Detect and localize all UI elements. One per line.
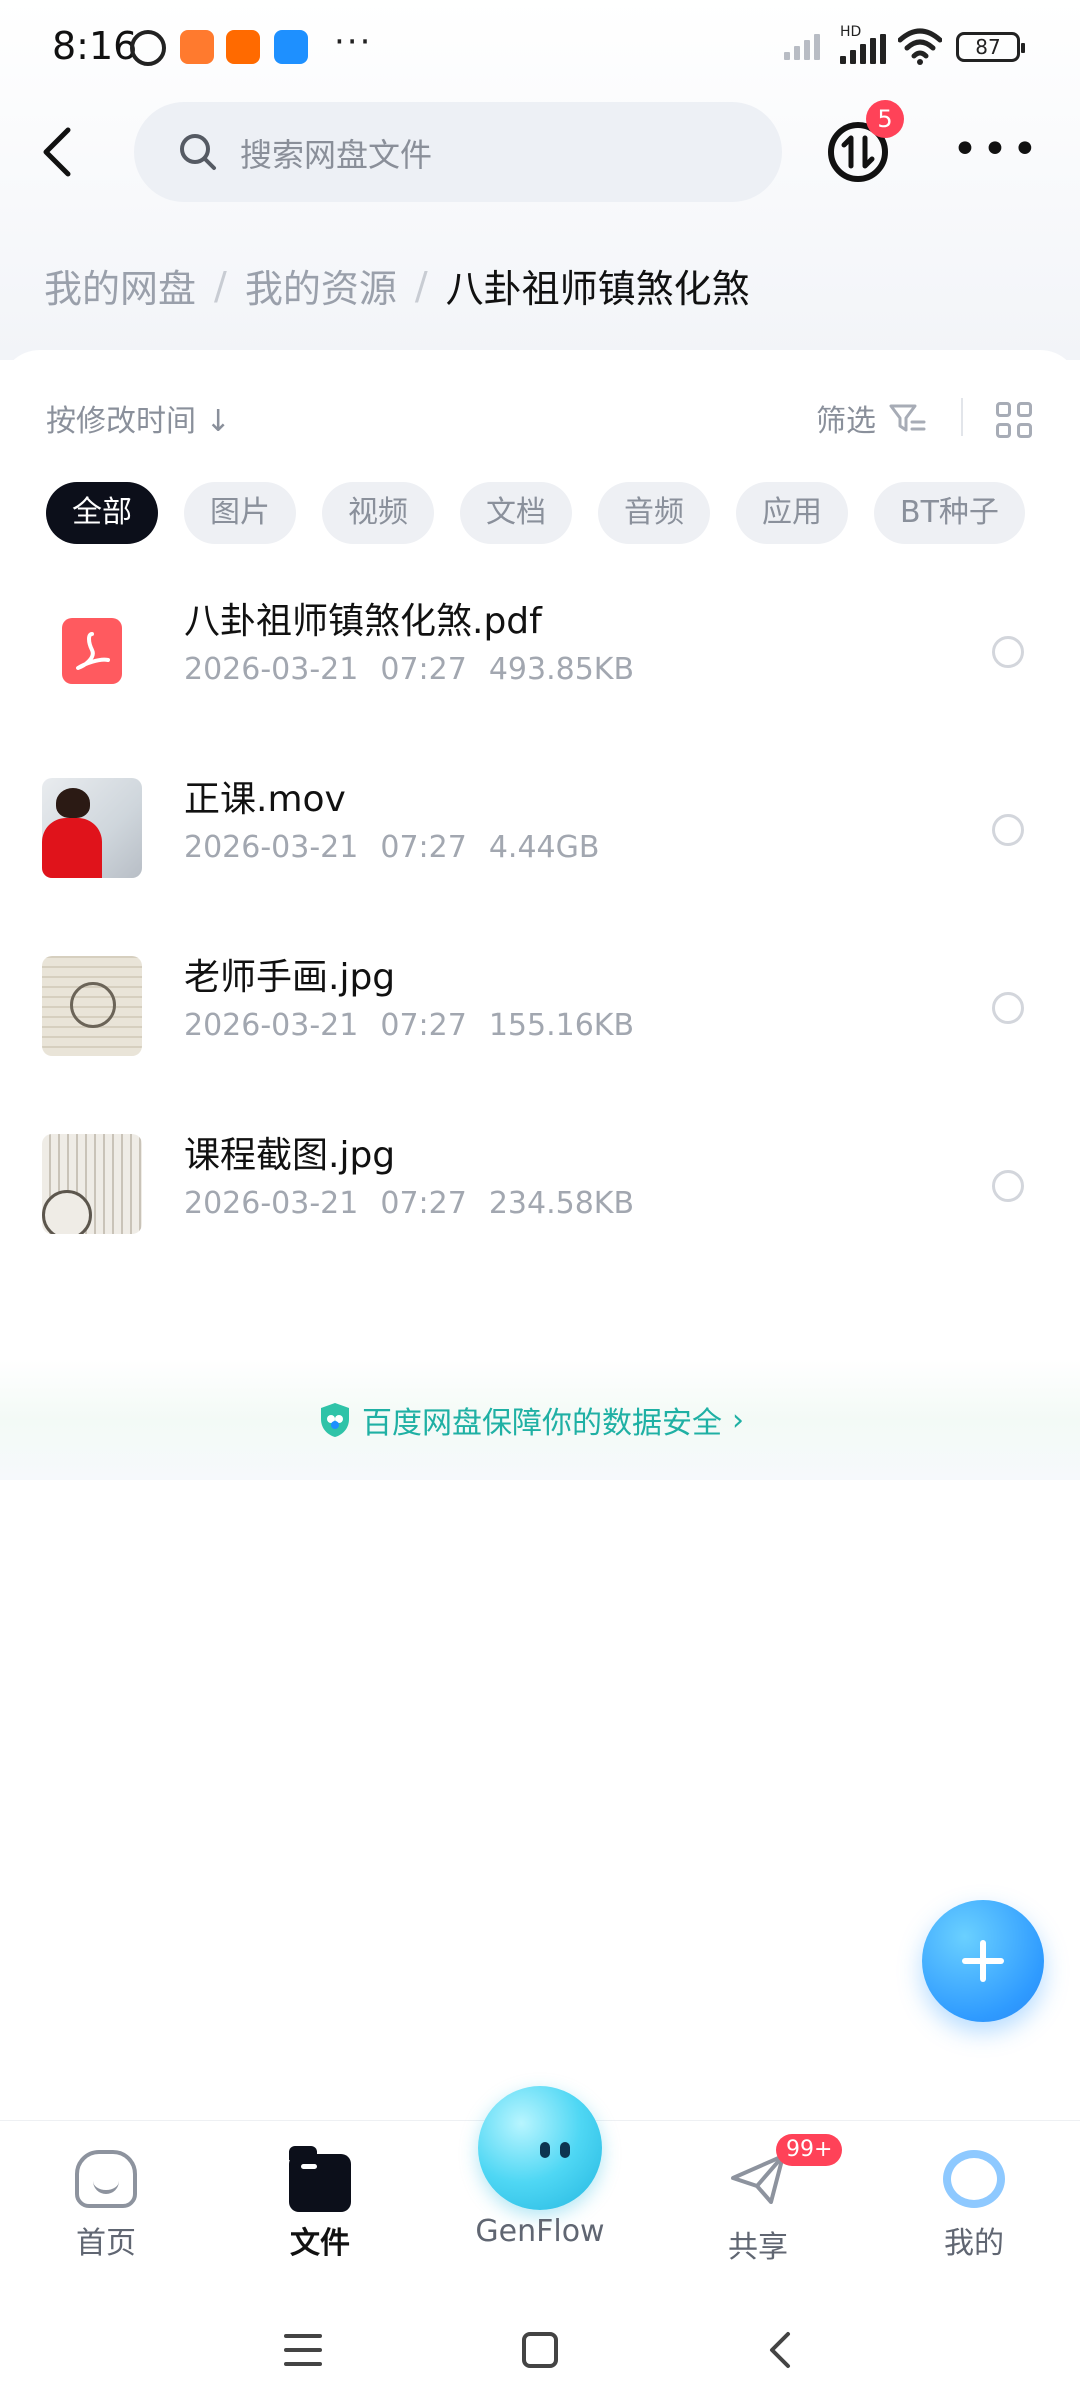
image-thumbnail <box>42 1134 142 1234</box>
filter-icon[interactable] <box>888 402 926 436</box>
tab-home[interactable]: 首页 <box>26 2150 186 2262</box>
chip-all[interactable]: 全部 <box>46 482 158 544</box>
signal-icon <box>840 34 886 64</box>
file-size: 493.85KB <box>488 652 635 687</box>
search-input[interactable]: 搜索网盘文件 <box>134 102 782 202</box>
file-name: 八卦祖师镇煞化煞.pdf <box>184 601 542 642</box>
folder-icon <box>289 2146 351 2212</box>
file-size: 234.58KB <box>488 1186 635 1221</box>
search-icon <box>180 134 216 170</box>
chip-images[interactable]: 图片 <box>184 482 296 544</box>
file-meta: 2026-03-21 07:27 155.16KB <box>184 1008 656 1043</box>
file-meta: 2026-03-21 07:27 4.44GB <box>184 830 621 865</box>
tab-label: 我的 <box>944 2226 1004 2261</box>
breadcrumb-item-my-resources[interactable]: 我的资源 <box>245 258 397 313</box>
video-thumbnail <box>42 778 142 878</box>
chip-audio[interactable]: 音频 <box>598 482 710 544</box>
message-app-icon <box>274 30 308 64</box>
signal-icon-secondary <box>784 34 820 60</box>
system-navigation-bar <box>0 2300 1080 2400</box>
battery-indicator: 87 <box>956 32 1025 62</box>
transfer-badge: 5 <box>866 100 904 138</box>
breadcrumb-item-my-drive[interactable]: 我的网盘 <box>44 258 196 313</box>
list-item[interactable]: 老师手画.jpg 2026-03-21 07:27 155.16KB <box>0 936 1080 1114</box>
recent-apps-icon[interactable] <box>284 2334 322 2366</box>
data-security-banner[interactable]: 百度网盘保障你的数据安全 › <box>0 1360 1080 1480</box>
file-size: 155.16KB <box>488 1008 635 1043</box>
search-placeholder: 搜索网盘文件 <box>240 136 433 174</box>
list-item[interactable]: 八卦祖师镇煞化煞.pdf 2026-03-21 07:27 493.85KB <box>0 580 1080 758</box>
file-date: 2026-03-21 <box>184 652 359 687</box>
status-time: 8:16 <box>52 24 138 68</box>
list-item[interactable]: 课程截图.jpg 2026-03-21 07:27 234.58KB <box>0 1114 1080 1292</box>
file-date: 2026-03-21 <box>184 1008 359 1043</box>
file-name: 老师手画.jpg <box>184 957 396 998</box>
breadcrumb: 我的网盘 / 我的资源 / 八卦祖师镇煞化煞 <box>44 258 750 313</box>
toolbar-divider <box>961 398 963 436</box>
genflow-orb-icon[interactable] <box>478 2086 602 2210</box>
chip-documents[interactable]: 文档 <box>460 482 572 544</box>
tab-files[interactable]: 文件 <box>240 2146 400 2262</box>
status-bar: 8:16 ··· HD 87 <box>0 0 1080 100</box>
breadcrumb-item-current-folder: 八卦祖师镇煞化煞 <box>445 267 750 311</box>
more-notifications-icon: ··· <box>334 22 373 62</box>
alarm-icon <box>130 30 166 66</box>
tab-label: 文件 <box>290 2226 350 2261</box>
file-name: 课程截图.jpg <box>184 1135 396 1176</box>
tab-me[interactable]: 我的 <box>894 2150 1054 2262</box>
more-options-icon[interactable]: ••• <box>952 124 1042 175</box>
filter-button[interactable]: 筛选 <box>816 396 876 440</box>
file-name: 正课.mov <box>184 779 346 820</box>
sort-button[interactable]: 按修改时间 ↓ <box>46 396 231 440</box>
home-icon <box>75 2150 137 2208</box>
chip-apps[interactable]: 应用 <box>736 482 848 544</box>
tab-label: 共享 <box>728 2230 788 2265</box>
file-type-filter-chips: 全部 图片 视频 文档 音频 应用 BT种子 <box>46 482 1025 544</box>
add-button[interactable] <box>922 1900 1044 2022</box>
breadcrumb-separator: / <box>414 263 428 308</box>
select-checkbox[interactable] <box>992 992 1024 1024</box>
file-time: 07:27 <box>380 1008 467 1043</box>
file-date: 2026-03-21 <box>184 1186 359 1221</box>
tab-label: 首页 <box>76 2226 136 2261</box>
tab-genflow-label[interactable]: GenFlow <box>440 2214 640 2249</box>
grid-view-icon[interactable] <box>996 402 1032 438</box>
mi-app-icon <box>226 30 260 64</box>
select-checkbox[interactable] <box>992 1170 1024 1202</box>
file-time: 07:27 <box>380 1186 467 1221</box>
file-time: 07:27 <box>380 830 467 865</box>
file-size: 4.44GB <box>488 830 600 865</box>
wifi-icon <box>898 28 942 65</box>
file-meta: 2026-03-21 07:27 234.58KB <box>184 1186 656 1221</box>
share-badge: 99+ <box>776 2134 843 2166</box>
home-button-icon[interactable] <box>522 2332 558 2368</box>
list-item[interactable]: 正课.mov 2026-03-21 07:27 4.44GB <box>0 758 1080 936</box>
system-back-icon[interactable] <box>760 2328 800 2372</box>
tab-share[interactable]: 共享 <box>678 2150 838 2266</box>
chip-videos[interactable]: 视频 <box>322 482 434 544</box>
select-checkbox[interactable] <box>992 814 1024 846</box>
image-thumbnail <box>42 956 142 1056</box>
breadcrumb-separator: / <box>214 263 227 308</box>
security-text: 百度网盘保障你的数据安全 <box>362 1406 722 1441</box>
shopping-app-icon <box>180 30 214 64</box>
profile-icon <box>943 2150 1005 2208</box>
file-meta: 2026-03-21 07:27 493.85KB <box>184 652 656 687</box>
chip-bt-torrent[interactable]: BT种子 <box>874 482 1025 544</box>
file-time: 07:27 <box>380 652 467 687</box>
pdf-file-icon <box>42 600 142 700</box>
file-date: 2026-03-21 <box>184 830 359 865</box>
select-checkbox[interactable] <box>992 636 1024 668</box>
back-icon[interactable] <box>30 120 90 184</box>
shield-icon <box>321 1403 349 1437</box>
chevron-right-icon: › <box>732 1402 744 1438</box>
